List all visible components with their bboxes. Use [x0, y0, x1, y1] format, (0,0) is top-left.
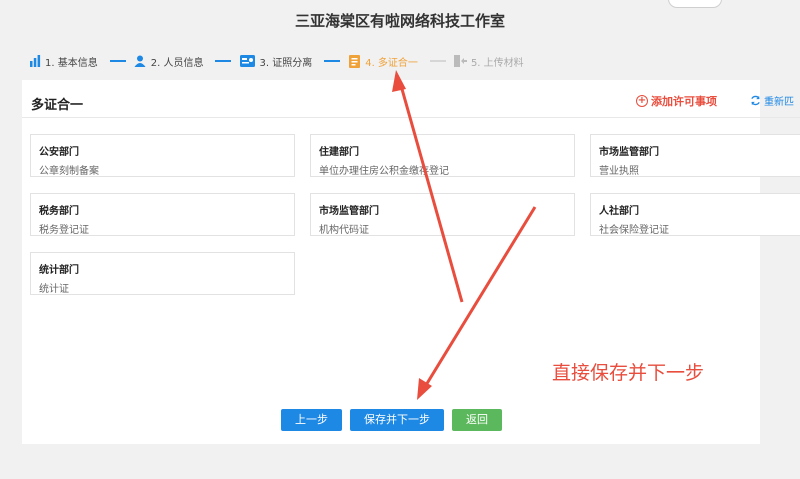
id-card-icon — [239, 55, 255, 68]
save-and-next-button[interactable]: 保存并下一步 — [350, 409, 444, 431]
certificate-card: 住建部门 单位办理住房公积金缴存登记 — [310, 134, 575, 177]
card-department: 人社部门 — [599, 206, 639, 217]
upload-icon — [453, 55, 467, 68]
plus-circle-icon: + — [636, 95, 648, 107]
top-corner-widget — [668, 0, 722, 8]
section-divider — [22, 117, 800, 118]
card-department: 公安部门 — [39, 147, 79, 158]
document-icon — [348, 54, 361, 68]
card-item: 营业执照 — [599, 166, 639, 177]
card-department: 市场监管部门 — [599, 147, 659, 158]
certificate-card: 市场监管部门 营业执照 — [590, 134, 800, 177]
add-permit-label: 添加许可事项 — [651, 95, 717, 108]
card-department: 统计部门 — [39, 265, 79, 276]
step-label: 2. 人员信息 — [150, 57, 204, 69]
card-department: 市场监管部门 — [319, 206, 379, 217]
back-button[interactable]: 返回 — [452, 409, 502, 431]
card-item: 单位办理住房公积金缴存登记 — [319, 166, 449, 177]
step-personnel-info[interactable]: 2. 人员信息 — [134, 54, 204, 69]
step-label: 4. 多证合一 — [365, 57, 418, 69]
card-item: 税务登记证 — [39, 225, 89, 236]
refresh-icon — [750, 95, 761, 106]
step-separator — [324, 60, 341, 62]
certificate-card: 人社部门 社会保险登记证 — [590, 193, 800, 236]
annotation-text: 直接保存并下一步 — [552, 362, 705, 384]
section-title: 多证合一 — [31, 98, 84, 113]
prev-step-button[interactable]: 上一步 — [281, 409, 342, 431]
bottom-button-bar: 上一步 保存并下一步 返回 — [0, 409, 800, 431]
card-item: 机构代码证 — [319, 225, 369, 236]
certificate-card: 税务部门 税务登记证 — [30, 193, 295, 236]
step-separator — [429, 60, 446, 62]
step-basic-info[interactable]: 1. 基本信息 — [28, 54, 98, 69]
step-label: 5. 上传材料 — [470, 57, 524, 69]
bar-chart-icon — [28, 55, 41, 68]
person-icon — [134, 55, 147, 68]
card-item: 统计证 — [39, 284, 69, 295]
step-upload-materials[interactable]: 5. 上传材料 — [453, 54, 524, 69]
step-multi-certificate[interactable]: 4. 多证合一 — [348, 54, 418, 69]
step-label: 1. 基本信息 — [45, 57, 98, 69]
multi-certificate-panel: 多证合一 + 添加许可事项 重新匹 公安部门 公章刻制备案 住建部门 单位办理住… — [22, 80, 800, 444]
step-separator — [215, 60, 232, 62]
card-item: 公章刻制备案 — [39, 166, 99, 177]
step-label: 3. 证照分离 — [259, 57, 313, 69]
company-title: 三亚海棠区有啦网络科技工作室 — [294, 12, 505, 30]
certificate-card: 统计部门 统计证 — [30, 252, 295, 295]
certificate-card: 公安部门 公章刻制备案 — [30, 134, 295, 177]
certificate-card: 市场监管部门 机构代码证 — [310, 193, 575, 236]
rematch-button[interactable]: 重新匹 — [750, 93, 794, 108]
step-separator — [109, 60, 126, 62]
add-permit-button[interactable]: + 添加许可事项 — [636, 93, 717, 109]
rematch-label: 重新匹 — [764, 97, 794, 108]
step-license-separation[interactable]: 3. 证照分离 — [239, 54, 312, 69]
card-item: 社会保险登记证 — [599, 225, 669, 236]
step-progress-bar: 1. 基本信息 2. 人员信息 3. 证照分离 4. 多证合一 5. 上传材料 — [20, 46, 800, 76]
card-department: 住建部门 — [319, 147, 359, 158]
card-department: 税务部门 — [39, 206, 79, 217]
